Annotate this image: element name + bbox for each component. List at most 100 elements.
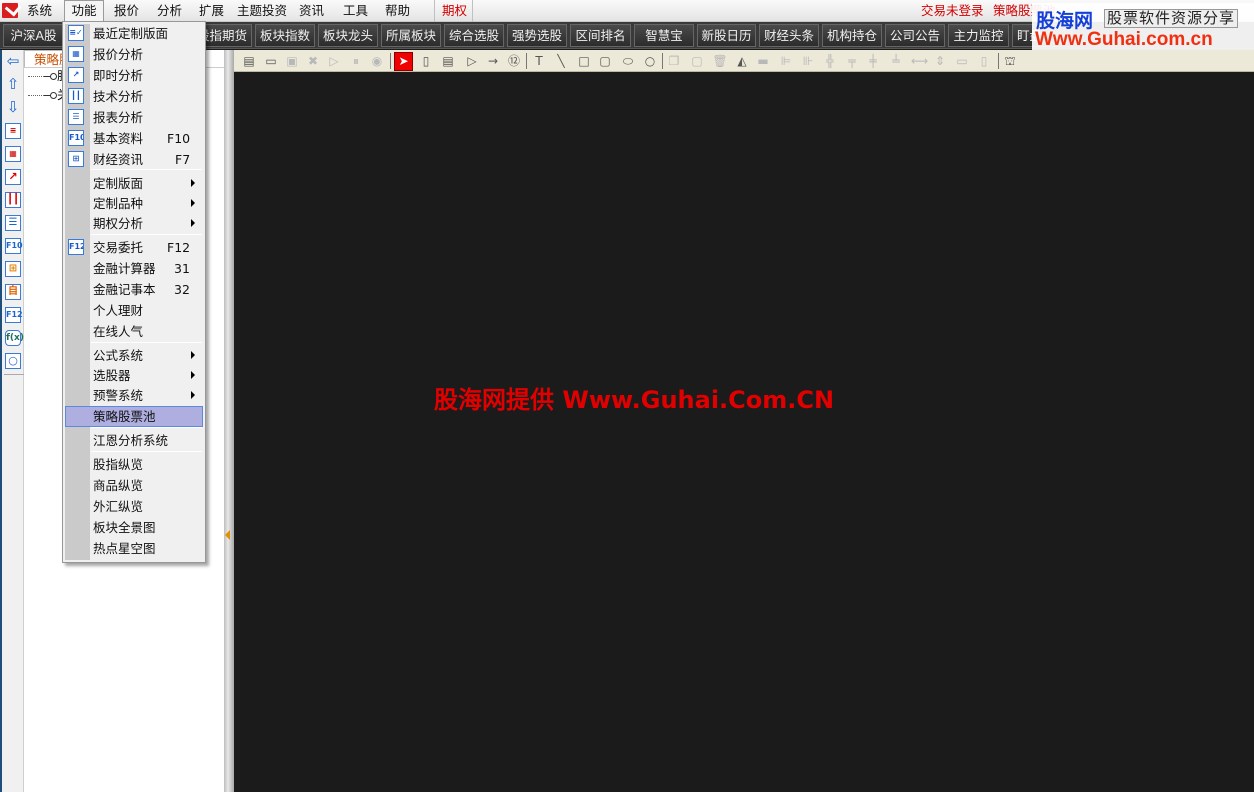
menu-item[interactable]: F10 基本资料 F10 xyxy=(65,128,203,149)
rounded-rect-icon[interactable]: ▢ xyxy=(597,53,613,69)
menu-item[interactable]: 金融计算器 31 xyxy=(65,258,203,279)
rounded-box-icon[interactable]: ▯ xyxy=(418,53,434,69)
panel-splitter[interactable] xyxy=(224,50,234,792)
tab-main-monitor[interactable]: 主力监控 xyxy=(948,24,1009,47)
tab-ipo-calendar[interactable]: 新股日历 xyxy=(697,24,756,47)
news-tree-icon[interactable]: ⊞ xyxy=(5,261,21,277)
paste-icon[interactable]: ▢ xyxy=(689,53,705,69)
tab-smart-treasure[interactable]: 智慧宝 xyxy=(634,24,694,47)
tab-range-rank[interactable]: 区间排名 xyxy=(570,24,631,47)
menu-extend[interactable]: 扩展 xyxy=(195,0,228,22)
menu-item[interactable]: 江恩分析系统 xyxy=(65,430,203,451)
chart-canvas[interactable]: 股海网提供 Www.Guhai.Com.CN xyxy=(234,72,1254,792)
play-icon[interactable]: ▷ xyxy=(326,53,342,69)
tab-company-notice[interactable]: 公司公告 xyxy=(885,24,945,47)
menu-item[interactable]: 定制版面 xyxy=(65,173,203,194)
formula-icon[interactable]: f(x) xyxy=(5,330,24,346)
tab-sector-index[interactable]: 板块指数 xyxy=(255,24,315,47)
menu-item[interactable]: 个人理财 xyxy=(65,300,203,321)
grid-icon[interactable]: ⛫ xyxy=(1002,53,1018,69)
menu-item[interactable]: ≡✓ 最近定制版面 xyxy=(65,23,203,44)
menu-item[interactable]: F12 交易委托 F12 xyxy=(65,237,203,258)
tab-shsz-a[interactable]: 沪深A股 xyxy=(3,24,64,47)
menu-item[interactable]: 在线人气 xyxy=(65,321,203,342)
up-arrow-icon[interactable]: ⇧ xyxy=(5,77,21,93)
menu-item[interactable]: 金融记事本 32 xyxy=(65,279,203,300)
menu-item[interactable]: 热点星空图 xyxy=(65,538,203,559)
menu-system[interactable]: 系统 xyxy=(23,0,56,22)
menu-item[interactable]: 策略股票池 xyxy=(65,406,203,427)
self-select-icon[interactable]: 自 xyxy=(5,284,21,300)
menu-item[interactable]: 选股器 xyxy=(65,365,203,386)
app-logo-icon[interactable] xyxy=(2,3,18,18)
open-icon[interactable]: ▭ xyxy=(263,53,279,69)
circle-tool-icon[interactable]: ○ xyxy=(5,353,21,369)
menu-tools[interactable]: 工具 xyxy=(339,0,372,22)
align-top-icon[interactable]: ╤ xyxy=(844,53,860,69)
candlestick-icon[interactable]: ┃┃ xyxy=(5,192,21,208)
tab-strong-pick[interactable]: 强势选股 xyxy=(507,24,567,47)
menu-item[interactable]: ▦ 报价分析 xyxy=(65,44,203,65)
tab-finance-headlines[interactable]: 财经头条 xyxy=(759,24,819,47)
ellipse-icon[interactable]: ⬭ xyxy=(620,53,636,69)
menu-item[interactable]: 外汇纵览 xyxy=(65,496,203,517)
tab-composite-pick[interactable]: 综合选股 xyxy=(444,24,504,47)
menu-item[interactable]: ↗ 即时分析 xyxy=(65,65,203,86)
f12-icon[interactable]: F12 xyxy=(5,307,23,323)
menu-news[interactable]: 资讯 xyxy=(295,0,328,22)
pause-icon[interactable]: ⏸ xyxy=(348,53,364,69)
menu-item[interactable]: 预警系统 xyxy=(65,385,203,406)
line-icon[interactable]: ╲ xyxy=(553,53,569,69)
tab-related-sector[interactable]: 所属板块 xyxy=(381,24,441,47)
align-middle-icon[interactable]: ╪ xyxy=(865,53,881,69)
menu-item[interactable]: 股指纵览 xyxy=(65,454,203,475)
delete-icon[interactable]: ✖ xyxy=(305,53,321,69)
trash-icon[interactable]: 🗑 xyxy=(712,53,728,69)
align-bottom-icon[interactable]: ╧ xyxy=(888,53,904,69)
menu-options[interactable]: 期权 xyxy=(438,0,471,22)
circle-icon[interactable]: ○ xyxy=(642,53,658,69)
collapse-arrow-icon[interactable] xyxy=(225,530,230,540)
pointer-icon[interactable]: ➤ xyxy=(394,52,413,71)
tab-sector-leader[interactable]: 板块龙头 xyxy=(318,24,378,47)
line-style-icon[interactable]: ▬ xyxy=(755,53,771,69)
text-icon[interactable]: T xyxy=(531,53,547,69)
copy-icon[interactable]: ❐ xyxy=(666,53,682,69)
arrow-icon[interactable]: → xyxy=(485,53,501,69)
menu-item[interactable]: 商品纵览 xyxy=(65,475,203,496)
fill-icon[interactable]: ◭ xyxy=(734,53,750,69)
menu-item[interactable]: ┃┃ 技术分析 xyxy=(65,86,203,107)
align-left-icon[interactable]: ⊫ xyxy=(778,53,794,69)
menu-item[interactable]: 定制品种 xyxy=(65,193,203,214)
menu-item[interactable]: ☰ 报表分析 xyxy=(65,107,203,128)
custom-layout-icon[interactable]: ≡ xyxy=(5,123,21,139)
number-icon[interactable]: ⑫ xyxy=(506,53,522,69)
intraday-chart-icon[interactable]: ↗ xyxy=(5,169,21,185)
menu-theme-invest[interactable]: 主题投资 xyxy=(233,0,291,22)
save-icon[interactable]: ▣ xyxy=(284,53,300,69)
space-vertical-icon[interactable]: ⇕ xyxy=(932,53,948,69)
rectangle-icon[interactable]: □ xyxy=(576,53,592,69)
menu-item[interactable]: ⊞ 财经资讯 F7 xyxy=(65,149,203,170)
f10-icon[interactable]: F10 xyxy=(5,238,23,254)
menu-function[interactable]: 功能 xyxy=(64,0,104,22)
report-icon[interactable]: ☰ xyxy=(5,215,21,231)
space-horizontal-icon[interactable]: ⟷ xyxy=(911,53,928,69)
text-panel-icon[interactable]: ▤ xyxy=(440,53,456,69)
align-right-icon[interactable]: ⊪ xyxy=(800,53,816,69)
align-center-icon[interactable]: ╬ xyxy=(822,53,838,69)
menu-item[interactable]: 期权分析 xyxy=(65,213,203,234)
tab-institution-holdings[interactable]: 机构持仓 xyxy=(822,24,882,47)
menu-item[interactable]: 公式系统 xyxy=(65,345,203,366)
menu-item[interactable]: 板块全景图 xyxy=(65,517,203,538)
trade-login-status[interactable]: 交易未登录 xyxy=(921,0,984,22)
menu-analysis[interactable]: 分析 xyxy=(153,0,186,22)
new-icon[interactable]: ▤ xyxy=(241,53,257,69)
back-arrow-icon[interactable]: ⇦ xyxy=(5,54,21,70)
menu-quote[interactable]: 报价 xyxy=(110,0,143,22)
stop-icon[interactable]: ◉ xyxy=(369,53,385,69)
quote-grid-icon[interactable]: ▦ xyxy=(5,146,21,162)
menu-help[interactable]: 帮助 xyxy=(381,0,414,22)
same-width-icon[interactable]: ▭ xyxy=(954,53,970,69)
triangle-icon[interactable]: ▷ xyxy=(464,53,480,69)
